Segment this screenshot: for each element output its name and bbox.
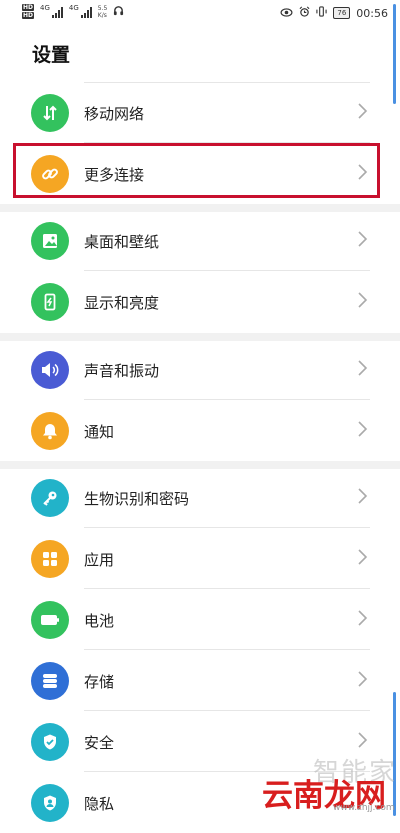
alarm-icon [299, 6, 310, 20]
chevron-right-icon [358, 231, 368, 247]
settings-item-storage[interactable]: 存储 [0, 650, 400, 711]
chevron-right-icon [358, 671, 368, 687]
chevron-right-icon [358, 103, 368, 119]
settings-item-display[interactable]: 显示和亮度 [0, 271, 400, 332]
settings-item-notifications[interactable]: 通知 [0, 400, 400, 461]
vibrate-icon [316, 6, 328, 20]
chevron-right-icon [358, 360, 368, 376]
wallpaper-icon [31, 222, 69, 260]
settings-group-display: 桌面和壁纸 显示和亮度 [0, 210, 400, 332]
settings-item-label: 生物识别和密码 [84, 490, 190, 508]
settings-item-label: 电池 [84, 612, 115, 630]
chevron-right-icon [358, 421, 368, 437]
settings-item-sound[interactable]: 声音和振动 [0, 339, 400, 400]
settings-item-label: 通知 [84, 423, 115, 441]
mobile-network-icon [31, 94, 69, 132]
sound-icon [31, 351, 69, 389]
chevron-right-icon [358, 488, 368, 504]
chevron-right-icon [358, 732, 368, 748]
settings-item-mobile-network[interactable]: 移动网络 [0, 82, 400, 143]
settings-item-label: 隐私 [84, 795, 115, 813]
network-speed: 5.5 K/s [97, 5, 108, 19]
settings-item-label: 应用 [84, 551, 115, 569]
chevron-right-icon [358, 292, 368, 308]
net-type-1: 4G [40, 4, 50, 12]
signal-icon-2 [80, 6, 92, 18]
signal-icon [51, 6, 63, 18]
status-right: 76 00:56 [280, 6, 388, 20]
apps-icon [31, 540, 69, 578]
settings-item-apps[interactable]: 应用 [0, 528, 400, 589]
storage-icon [31, 662, 69, 700]
chevron-right-icon [358, 549, 368, 565]
page-title: 设置 [32, 44, 71, 66]
settings-item-label: 桌面和壁纸 [84, 233, 160, 251]
eye-comfort-icon [280, 7, 293, 20]
settings-item-label: 安全 [84, 734, 115, 752]
privacy-icon [31, 784, 69, 822]
status-bar: HD HD 4G 4G 5.5 K/s 76 00:56 [0, 0, 400, 26]
shield-icon [31, 723, 69, 761]
battery-indicator: 76 [333, 7, 351, 19]
clock: 00:56 [356, 6, 388, 20]
bell-icon [31, 412, 69, 450]
settings-item-wallpaper[interactable]: 桌面和壁纸 [0, 210, 400, 271]
settings-item-label: 存储 [84, 673, 115, 691]
settings-item-biometrics[interactable]: 生物识别和密码 [0, 467, 400, 528]
settings-item-battery[interactable]: 电池 [0, 589, 400, 650]
display-icon [31, 283, 69, 321]
chevron-right-icon [358, 610, 368, 626]
settings-item-label: 显示和亮度 [84, 294, 160, 312]
settings-item-label: 声音和振动 [84, 362, 160, 380]
hd-indicator: HD HD [22, 4, 35, 19]
divider [84, 82, 370, 83]
battery-icon [31, 601, 69, 639]
highlight-box [13, 143, 380, 198]
headset-icon [113, 5, 124, 19]
settings-group-sound: 声音和振动 通知 [0, 339, 400, 461]
status-left: HD HD 4G 4G 5.5 K/s [22, 4, 124, 20]
key-icon [31, 479, 69, 517]
watermark-url: www.zhjj.com [333, 803, 395, 813]
settings-item-label: 移动网络 [84, 105, 145, 123]
net-type-2: 4G [68, 4, 79, 12]
